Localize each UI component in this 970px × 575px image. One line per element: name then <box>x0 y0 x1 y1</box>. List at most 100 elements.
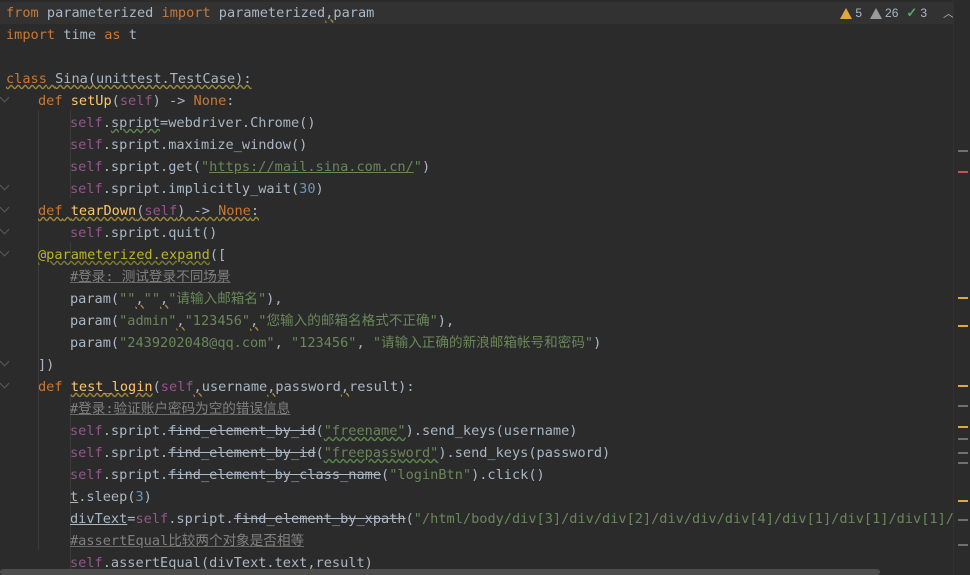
typos-count: 3 <box>920 6 927 20</box>
code-text: ).click() <box>471 467 545 483</box>
stripe-marker[interactable] <box>958 171 968 173</box>
code-text: ) -> <box>177 203 219 219</box>
self-keyword: self <box>70 137 103 153</box>
error-stripe[interactable] <box>953 0 970 575</box>
code-line-18[interactable]: def test_login(self,username,password,re… <box>0 376 954 398</box>
code-text: , <box>356 335 373 351</box>
code-text: , <box>274 335 291 351</box>
typos-counter[interactable]: ✓ 3 <box>906 5 927 21</box>
self-keyword: self <box>70 467 103 483</box>
string: "您输入的邮箱名格式不正确" <box>258 313 438 329</box>
code-text: .spript. <box>102 423 169 439</box>
stripe-marker[interactable] <box>958 438 968 440</box>
code-line-14[interactable]: param("","","请输入邮箱名"), <box>0 288 954 310</box>
function-name: setUp <box>70 93 112 109</box>
keyword: None <box>218 203 251 219</box>
code-line-11[interactable]: self.spript.quit() <box>0 222 954 244</box>
code-text: .spript.quit() <box>102 225 218 241</box>
code-text: ]) <box>38 357 55 373</box>
code-line-4[interactable]: class Sina(unittest.TestCase): <box>0 68 954 90</box>
stripe-marker[interactable] <box>958 405 968 407</box>
warning-icon <box>840 7 853 19</box>
stripe-marker[interactable] <box>958 519 968 521</box>
stripe-marker[interactable] <box>958 544 968 546</box>
code-text: ) -> <box>152 93 194 109</box>
string: "请输入正确的新浪邮箱帐号和密码" <box>372 335 594 351</box>
code-line-7[interactable]: self.spript.maximize_window() <box>0 134 954 156</box>
self-keyword: self <box>70 225 103 241</box>
decorator: @parameterized.expand <box>38 247 210 263</box>
url-link[interactable]: https://mail.sina.com.cn/ <box>209 159 414 175</box>
stripe-marker[interactable] <box>958 500 968 502</box>
code-text: (unittest.TestCase): <box>87 71 252 87</box>
string: " <box>200 159 210 175</box>
stripe-marker[interactable] <box>958 150 968 152</box>
warnings-counter[interactable]: 5 <box>840 6 862 20</box>
stripe-marker[interactable] <box>958 385 968 387</box>
stripe-marker[interactable] <box>958 325 968 327</box>
code-line-8[interactable]: self.spript.get("https://mail.sina.com.c… <box>0 156 954 178</box>
code-text: , <box>135 291 144 307</box>
code-text: , <box>340 379 350 395</box>
code-line-15[interactable]: param("admin","123456","您输入的邮箱名格式不正确"), <box>0 310 954 332</box>
weak-warnings-counter[interactable]: 26 <box>870 6 898 20</box>
code-line-17[interactable]: ]) <box>0 354 954 376</box>
code-line-6[interactable]: self.spript=webdriver.Chrome() <box>0 112 954 134</box>
keyword: from <box>6 5 39 21</box>
code-line-24[interactable]: divText=self.spript.find_element_by_xpat… <box>0 508 954 530</box>
code-text: param( <box>70 335 120 351</box>
code-line-2[interactable]: import time as t <box>0 24 954 46</box>
code-editor[interactable]: from parameterized import parameterized,… <box>0 0 954 575</box>
code-line-19[interactable]: #登录:验证账户密码为空的错误信息 <box>0 398 954 420</box>
code-text: .spript.implicitly_wait( <box>102 181 300 197</box>
code-line-16[interactable]: param("2439202048@qq.com", "123456", "请输… <box>0 332 954 354</box>
stripe-marker[interactable] <box>958 426 968 428</box>
code-text: ([ <box>209 247 227 263</box>
deprecated-method: find_element_by_id <box>168 445 316 461</box>
code-text: : <box>250 203 260 219</box>
stripe-marker[interactable] <box>958 297 968 299</box>
code-line-1[interactable]: from parameterized import parameterized,… <box>0 2 954 24</box>
horizontal-scrollbar[interactable] <box>0 569 880 575</box>
keyword: def <box>38 379 63 395</box>
code-text: .spript. <box>168 511 234 527</box>
weak-warnings-count: 26 <box>885 6 899 20</box>
code-line-21[interactable]: self.spript.find_element_by_id("freepass… <box>0 442 954 464</box>
code-line-20[interactable]: self.spript.find_element_by_id("freename… <box>0 420 954 442</box>
deprecated-method: find_element_by_class_name <box>168 467 382 483</box>
stripe-marker[interactable] <box>958 452 968 454</box>
code-line-10[interactable]: def tearDown(self) -> None: <box>0 200 954 222</box>
code-line-23[interactable]: t.sleep(3) <box>0 486 954 508</box>
code-text: .spript. <box>102 445 169 461</box>
deprecated-method: find_element_by_id <box>168 423 316 439</box>
self-keyword: self <box>70 159 103 175</box>
code-text: ) <box>421 159 431 175</box>
code-line-9[interactable]: self.spript.implicitly_wait(30) <box>0 178 954 200</box>
comment: #登录: 测试登录不同场景 <box>70 269 231 285</box>
string: "123456" <box>290 335 357 351</box>
code-line-13[interactable]: #登录: 测试登录不同场景 <box>0 266 954 288</box>
comment: #assertEqual比较两个对象是否相等 <box>70 533 305 549</box>
code-text: =webdriver.Chrome() <box>160 115 316 131</box>
keyword: def <box>38 203 63 219</box>
code-line-22[interactable]: self.spript.find_element_by_class_name("… <box>0 464 954 486</box>
code-text: result <box>349 379 399 395</box>
code-line-12[interactable]: @parameterized.expand([ <box>0 244 954 266</box>
code-text: , <box>176 313 185 329</box>
inspection-widget[interactable]: 5 26 ✓ 3 ︿ <box>840 3 954 23</box>
self-keyword: self <box>70 181 103 197</box>
string: "freename" <box>323 423 406 439</box>
string: "请输入邮箱名" <box>168 291 267 307</box>
code-text: ): <box>398 379 415 395</box>
deprecated-method: find_element_by_xpath <box>233 511 406 527</box>
string: "123456" <box>184 313 251 329</box>
stripe-marker[interactable] <box>958 462 968 464</box>
string: "loginBtn" <box>389 467 472 483</box>
code-line-25[interactable]: #assertEqual比较两个对象是否相等 <box>0 530 954 552</box>
keyword: class <box>6 71 47 87</box>
code-line-5[interactable]: def setUp(self) -> None: <box>0 90 954 112</box>
warnings-count: 5 <box>855 6 863 20</box>
code-text: ) <box>315 181 324 197</box>
code-text: password <box>275 379 341 395</box>
